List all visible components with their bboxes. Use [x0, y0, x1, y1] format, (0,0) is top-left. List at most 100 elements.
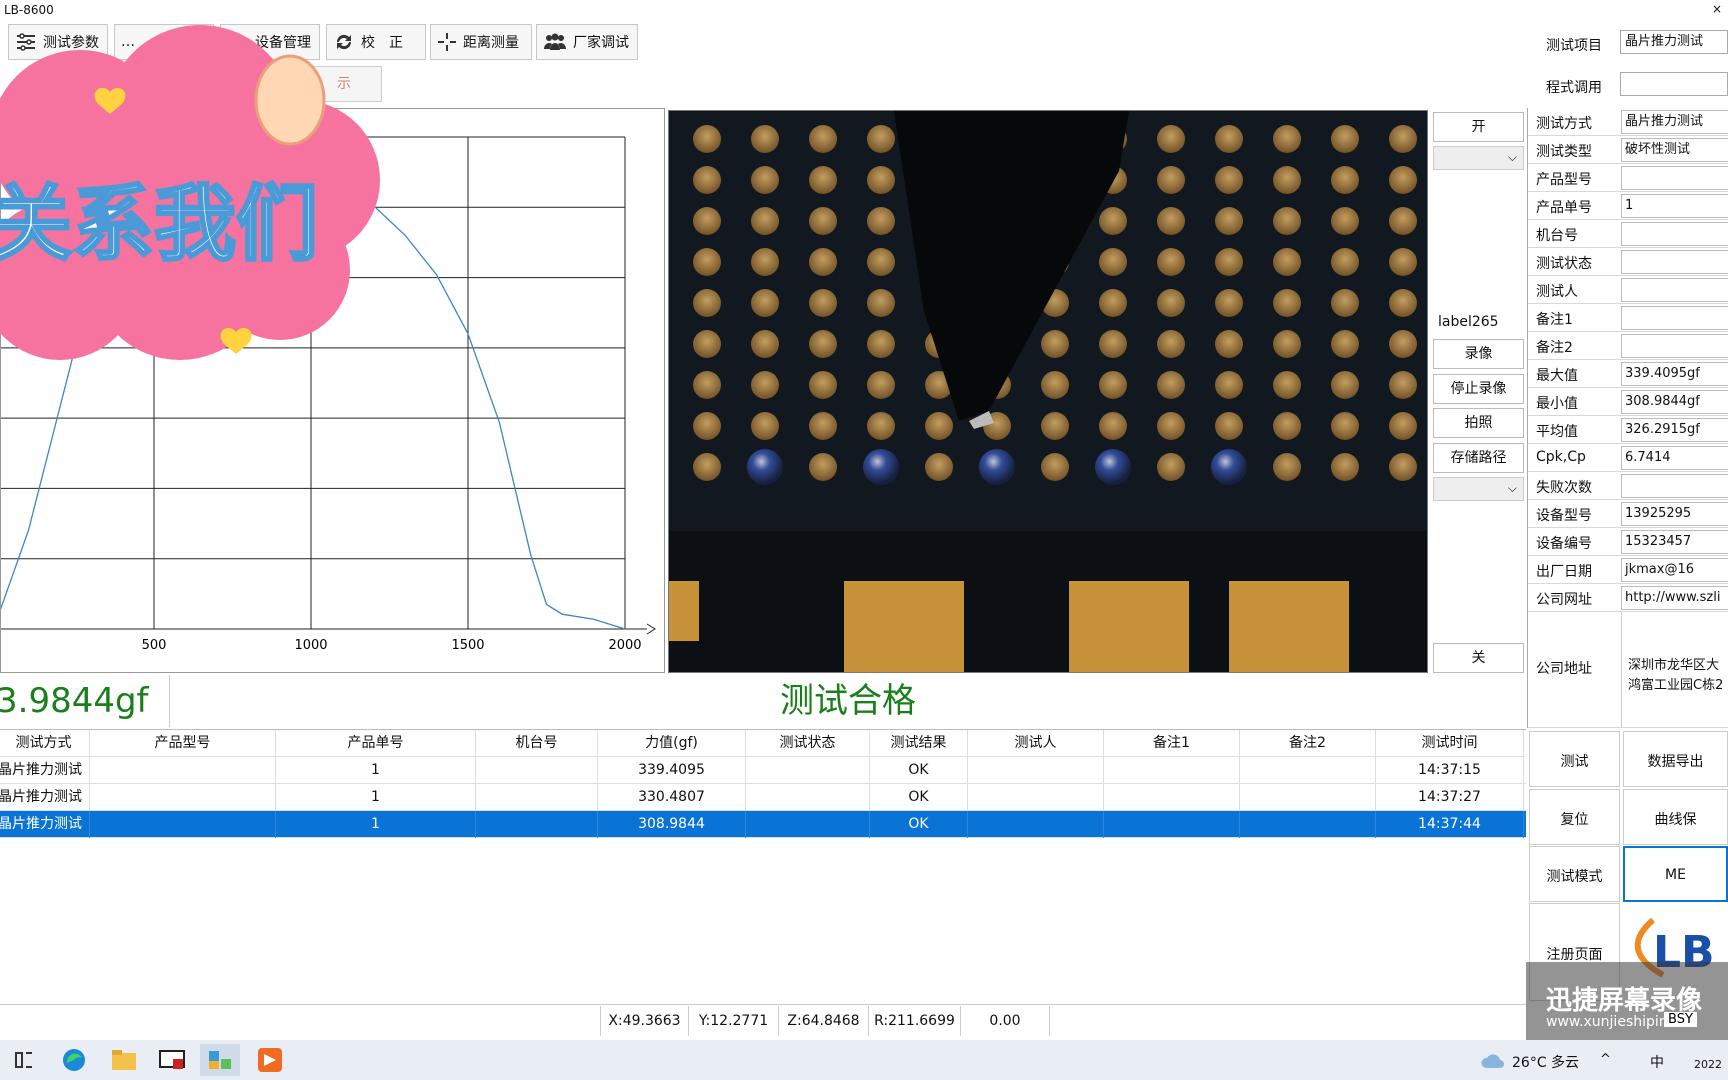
property-label: 产品型号 [1536, 172, 1592, 188]
property-label: 测试类型 [1536, 144, 1592, 160]
table-cell [1104, 784, 1240, 811]
property-value[interactable] [1621, 474, 1728, 498]
column-header[interactable]: 测试时间 [1376, 730, 1524, 757]
photo-button[interactable]: 拍照 [1433, 408, 1524, 438]
x-tick-label: 1000 [294, 638, 327, 653]
program-input[interactable] [1620, 72, 1728, 96]
remote-app-icon[interactable] [152, 1044, 192, 1076]
table-cell [746, 811, 870, 838]
property-value[interactable]: http://www.szli [1621, 586, 1728, 610]
recorder-app-icon[interactable] [250, 1044, 290, 1076]
lb-app-icon[interactable] [200, 1044, 240, 1076]
title-bar: LB-8600 × [0, 0, 1728, 22]
table-row[interactable]: 晶片推力测试 1 330.4807 OK 14:37:27 [0, 784, 1526, 811]
column-header[interactable]: 机台号 [476, 730, 598, 757]
distance-measure-button[interactable]: 距离测量 [430, 24, 532, 60]
table-cell [90, 784, 276, 811]
camera-close-button[interactable]: 关 [1433, 643, 1524, 673]
table-cell [968, 811, 1104, 838]
data-export-button[interactable]: 数据导出 [1623, 731, 1728, 787]
test-item-select[interactable]: 晶片推力测试 [1620, 30, 1728, 54]
property-value[interactable] [1621, 278, 1728, 302]
column-header[interactable]: 测试状态 [746, 730, 870, 757]
property-label: Cpk,Cp [1536, 449, 1586, 465]
edge-browser-icon[interactable] [54, 1044, 94, 1076]
table-cell: 308.9844 [598, 811, 746, 838]
stop-record-button[interactable]: 停止录像 [1433, 374, 1524, 404]
test-mode-value-label: ME [1665, 867, 1686, 883]
column-header[interactable]: 测试方式 [0, 730, 90, 757]
table-cell: 14:37:27 [1376, 784, 1524, 811]
table-cell: 晶片推力测试 [0, 811, 90, 838]
table-cell [968, 784, 1104, 811]
property-value[interactable]: 308.9844gf [1621, 390, 1728, 414]
current-force-readout: 3.9844gf [0, 675, 170, 727]
column-header[interactable]: 备注1 [1104, 730, 1240, 757]
column-header[interactable]: 产品单号 [276, 730, 476, 757]
reset-button[interactable]: 复位 [1529, 789, 1620, 845]
reset-label: 复位 [1560, 812, 1589, 828]
property-value[interactable]: 326.2915gf [1621, 418, 1728, 442]
test-result-text: 测试合格 [780, 681, 916, 721]
property-row: 备注1 [1528, 304, 1728, 332]
current-force-value: 3.9844gf [0, 681, 149, 721]
property-value[interactable] [1621, 166, 1728, 190]
factory-debug-button[interactable]: 厂家调试 [536, 24, 638, 60]
property-value[interactable]: 15323457 [1621, 530, 1728, 554]
record-button[interactable]: 录像 [1433, 339, 1524, 369]
cloud-icon [1481, 1054, 1504, 1068]
program-label: 程式调用 [1546, 80, 1602, 96]
property-value[interactable] [1621, 334, 1728, 358]
table-cell: 330.4807 [598, 784, 746, 811]
property-value[interactable]: jkmax@16 [1621, 558, 1728, 582]
x-axis-arrowhead [646, 623, 656, 635]
table-cell [1240, 784, 1376, 811]
property-value[interactable] [1621, 250, 1728, 274]
property-row: 失败次数 [1528, 472, 1728, 500]
column-header[interactable]: 产品型号 [90, 730, 276, 757]
column-header[interactable]: 备注2 [1240, 730, 1376, 757]
close-window-button[interactable]: × [1712, 2, 1722, 16]
company-address-label: 公司地址 [1536, 661, 1592, 677]
property-label: 设备编号 [1536, 536, 1592, 552]
chevron-down-icon: ⌵ [1507, 481, 1517, 495]
property-label: 备注2 [1536, 340, 1573, 356]
property-label: 测试状态 [1536, 256, 1592, 272]
property-row: 公司网址 http://www.szli [1528, 584, 1728, 612]
file-explorer-icon[interactable] [104, 1044, 144, 1076]
chevron-up-icon[interactable]: ^ [1600, 1052, 1611, 1067]
column-header[interactable]: 力值(gf) [598, 730, 746, 757]
column-header[interactable]: 测试人 [968, 730, 1104, 757]
property-row: Cpk,Cp 6.7414 [1528, 444, 1728, 472]
property-value[interactable] [1621, 222, 1728, 246]
table-cell [746, 784, 870, 811]
test-mode-value[interactable]: ME [1623, 846, 1728, 902]
property-value[interactable]: 1 [1621, 194, 1728, 218]
x-tick-label: 500 [142, 638, 167, 653]
property-value[interactable]: 339.4095gf [1621, 362, 1728, 386]
column-header[interactable]: 测试结果 [870, 730, 968, 757]
property-value[interactable]: 晶片推力测试 [1621, 110, 1728, 134]
test-button[interactable]: 测试 [1529, 731, 1620, 787]
camera-open-button[interactable]: 开 [1433, 112, 1524, 142]
x-tick-label: 1500 [451, 638, 484, 653]
property-value[interactable] [1621, 306, 1728, 330]
save-path-button[interactable]: 存储路径 [1433, 443, 1524, 473]
table-row[interactable]: 晶片推力测试 1 339.4095 OK 14:37:15 [0, 757, 1526, 784]
test-mode-button[interactable]: 测试模式 [1529, 846, 1620, 902]
properties-panel: 测试方式 晶片推力测试 测试类型 破坏性测试 产品型号 产品单号 1 机台号 测试状态 测试人 备注… [1527, 108, 1728, 728]
task-view-icon[interactable] [4, 1044, 44, 1076]
table-row[interactable]: 晶片推力测试 1 308.9844 OK 14:37:44 [0, 811, 1526, 838]
ime-indicator[interactable]: 中 [1650, 1052, 1664, 1072]
property-row: 设备型号 13925295 [1528, 500, 1728, 528]
camera-select[interactable]: ⌵ [1433, 146, 1524, 170]
resolution-select[interactable]: ⌵ [1433, 477, 1524, 501]
property-value[interactable]: 破坏性测试 [1621, 138, 1728, 162]
property-label: 备注1 [1536, 312, 1573, 328]
curve-save-button[interactable]: 曲线保 [1623, 789, 1728, 845]
table-cell [746, 757, 870, 784]
table-cell: 339.4095 [598, 757, 746, 784]
property-value[interactable]: 6.7414 [1621, 446, 1728, 470]
property-value[interactable]: 13925295 [1621, 502, 1728, 526]
property-row: 机台号 [1528, 220, 1728, 248]
